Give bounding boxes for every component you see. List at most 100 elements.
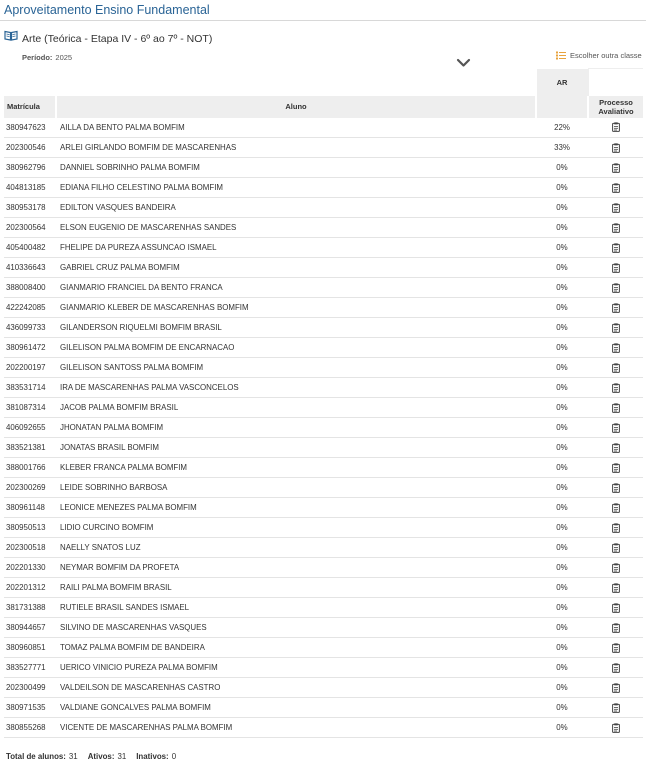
cell-processo-avaliativo	[588, 537, 643, 558]
clipboard-icon[interactable]	[611, 382, 620, 393]
clipboard-icon[interactable]	[611, 162, 620, 173]
footer-summary: Total de alunos: 31 Ativos: 31 Inativos: 0	[6, 752, 186, 761]
cell-aluno: EDILTON VASQUES BANDEIRA	[56, 197, 536, 218]
cell-processo-avaliativo	[588, 177, 643, 198]
cell-processo-avaliativo	[588, 357, 643, 378]
cell-matricula: 404813185	[4, 177, 56, 198]
clipboard-icon[interactable]	[611, 402, 620, 413]
cell-processo-avaliativo	[588, 217, 643, 238]
cell-ar: 22%	[536, 117, 588, 138]
cell-processo-avaliativo	[588, 597, 643, 618]
inactive-students: Inativos: 0	[136, 752, 176, 761]
cell-ar: 0%	[536, 577, 588, 598]
clipboard-icon[interactable]	[611, 322, 620, 333]
clipboard-icon[interactable]	[611, 142, 620, 153]
cell-aluno: ARLEI GIRLANDO BOMFIM DE MASCARENHAS	[56, 137, 536, 158]
cell-processo-avaliativo	[588, 457, 643, 478]
header-processo-avaliativo: Processo Avaliativo	[587, 95, 643, 118]
cell-aluno: RUTIELE BRASIL SANDES ISMAEL	[56, 597, 536, 618]
cell-matricula: 381087314	[4, 397, 56, 418]
clipboard-icon[interactable]	[611, 182, 620, 193]
clipboard-icon[interactable]	[611, 462, 620, 473]
clipboard-icon[interactable]	[611, 302, 620, 313]
cell-processo-avaliativo	[588, 377, 643, 398]
cell-ar: 0%	[536, 697, 588, 718]
clipboard-icon[interactable]	[611, 702, 620, 713]
clipboard-icon[interactable]	[611, 522, 620, 533]
cell-matricula: 380962796	[4, 157, 56, 178]
period-label: Período:	[22, 53, 53, 62]
cell-aluno: JHONATAN PALMA BOMFIM	[56, 417, 536, 438]
clipboard-icon[interactable]	[611, 662, 620, 673]
clipboard-icon[interactable]	[611, 122, 620, 133]
cell-matricula: 380944657	[4, 617, 56, 638]
cell-processo-avaliativo	[588, 577, 643, 598]
clipboard-icon[interactable]	[611, 242, 620, 253]
cell-ar: 0%	[536, 177, 588, 198]
cell-ar: 0%	[536, 497, 588, 518]
cell-matricula: 380960851	[4, 637, 56, 658]
clipboard-icon[interactable]	[611, 202, 620, 213]
cell-ar: 0%	[536, 377, 588, 398]
cell-ar: 0%	[536, 277, 588, 298]
clipboard-icon[interactable]	[611, 282, 620, 293]
clipboard-icon[interactable]	[611, 622, 620, 633]
cell-aluno: GABRIEL CRUZ PALMA BOMFIM	[56, 257, 536, 278]
cell-matricula: 380971535	[4, 697, 56, 718]
cell-processo-avaliativo	[588, 237, 643, 258]
cell-ar: 0%	[536, 517, 588, 538]
clipboard-icon[interactable]	[611, 682, 620, 693]
clipboard-icon[interactable]	[611, 542, 620, 553]
choose-class-button[interactable]: Escolher outra classe	[556, 51, 642, 60]
clipboard-icon[interactable]	[611, 562, 620, 573]
table-row: 383527771 UERICO VINICIO PUREZA PALMA BOM…	[4, 657, 643, 678]
cell-matricula: 380947623	[4, 117, 56, 138]
header-ar: AR	[535, 68, 588, 96]
header-spacer	[4, 69, 56, 96]
chevron-down-icon[interactable]	[456, 58, 471, 68]
table-row: 405400482 FHELIPE DA PUREZA ASSUNCAO ISMA…	[4, 237, 643, 258]
cell-matricula: 383531714	[4, 377, 56, 398]
cell-ar: 0%	[536, 417, 588, 438]
cell-ar: 0%	[536, 617, 588, 638]
class-name: Arte (Teórica - Etapa IV - 6º ao 7º - NO…	[22, 33, 213, 45]
class-bar: Arte (Teórica - Etapa IV - 6º ao 7º - NO…	[0, 21, 646, 67]
table-row: 202300518 NAELLY SNATOS LUZ 0%	[4, 537, 643, 558]
clipboard-icon[interactable]	[611, 582, 620, 593]
page-header: Aproveitamento Ensino Fundamental	[0, 0, 646, 21]
header-aluno: Aluno	[55, 95, 536, 118]
table-row: 406092655 JHONATAN PALMA BOMFIM 0%	[4, 417, 643, 438]
cell-matricula: 436099733	[4, 317, 56, 338]
table-row: 380962796 DANNIEL SOBRINHO PALMA BOMFIM 0%	[4, 157, 643, 178]
header-processo-line2: Avaliativo	[598, 106, 634, 116]
clipboard-icon[interactable]	[611, 722, 620, 733]
cell-aluno: GILANDERSON RIQUELMI BOMFIM BRASIL	[56, 317, 536, 338]
cell-aluno: NAELLY SNATOS LUZ	[56, 537, 536, 558]
inativos-label: Inativos:	[136, 752, 169, 761]
clipboard-icon[interactable]	[611, 482, 620, 493]
table-row: 380953178 EDILTON VASQUES BANDEIRA 0%	[4, 197, 643, 218]
clipboard-icon[interactable]	[611, 422, 620, 433]
table-row: 202201312 RAILI PALMA BOMFIM BRASIL 0%	[4, 577, 643, 598]
clipboard-icon[interactable]	[611, 342, 620, 353]
clipboard-icon[interactable]	[611, 502, 620, 513]
table-body: 380947623 AILLA DA BENTO PALMA BOMFIM 22% 2…	[4, 117, 643, 738]
cell-processo-avaliativo	[588, 317, 643, 338]
cell-processo-avaliativo	[588, 617, 643, 638]
cell-processo-avaliativo	[588, 197, 643, 218]
cell-processo-avaliativo	[588, 117, 643, 138]
cell-ar: 0%	[536, 677, 588, 698]
clipboard-icon[interactable]	[611, 602, 620, 613]
clipboard-icon[interactable]	[611, 262, 620, 273]
cell-processo-avaliativo	[588, 477, 643, 498]
cell-aluno: GIANMARIO KLEBER DE MASCARENHAS BOMFIM	[56, 297, 536, 318]
cell-processo-avaliativo	[588, 657, 643, 678]
total-label: Total de alunos:	[6, 752, 66, 761]
clipboard-icon[interactable]	[611, 642, 620, 653]
clipboard-icon[interactable]	[611, 362, 620, 373]
table-row: 380961148 LEONICE MENEZES PALMA BOMFIM 0%	[4, 497, 643, 518]
clipboard-icon[interactable]	[611, 222, 620, 233]
page-title: Aproveitamento Ensino Fundamental	[4, 3, 210, 17]
cell-processo-avaliativo	[588, 637, 643, 658]
clipboard-icon[interactable]	[611, 442, 620, 453]
